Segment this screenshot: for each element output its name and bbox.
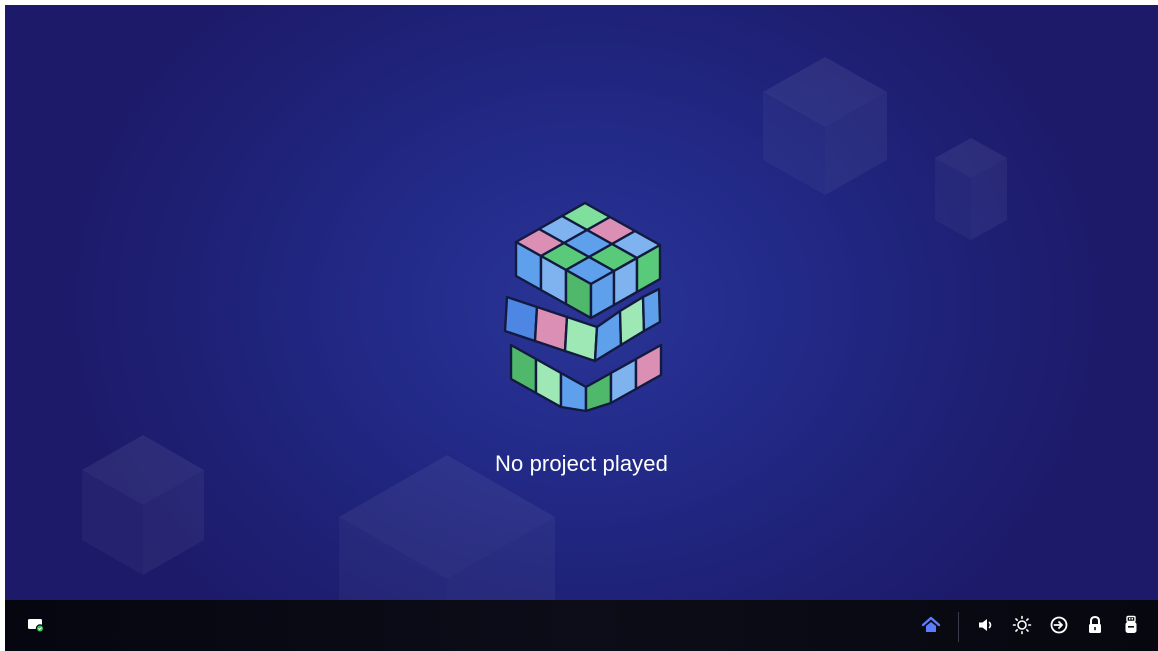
taskbar [5, 600, 1158, 651]
input-source-icon[interactable] [1047, 613, 1071, 637]
taskbar-divider [958, 612, 959, 642]
home-icon[interactable] [919, 613, 943, 637]
deco-cube-top-right [763, 57, 887, 195]
main-stage: No project played [5, 5, 1158, 600]
brightness-icon[interactable] [1010, 613, 1034, 637]
empty-state-message: No project played [495, 451, 668, 476]
deco-cube-right [935, 138, 1007, 240]
volume-icon[interactable] [974, 613, 998, 637]
lock-icon[interactable] [1083, 613, 1107, 637]
usb-icon[interactable] [1119, 613, 1143, 637]
screen-connected-icon[interactable] [24, 613, 48, 637]
app-window: No project played [5, 5, 1158, 651]
rubiks-cube-illustration [503, 201, 663, 413]
